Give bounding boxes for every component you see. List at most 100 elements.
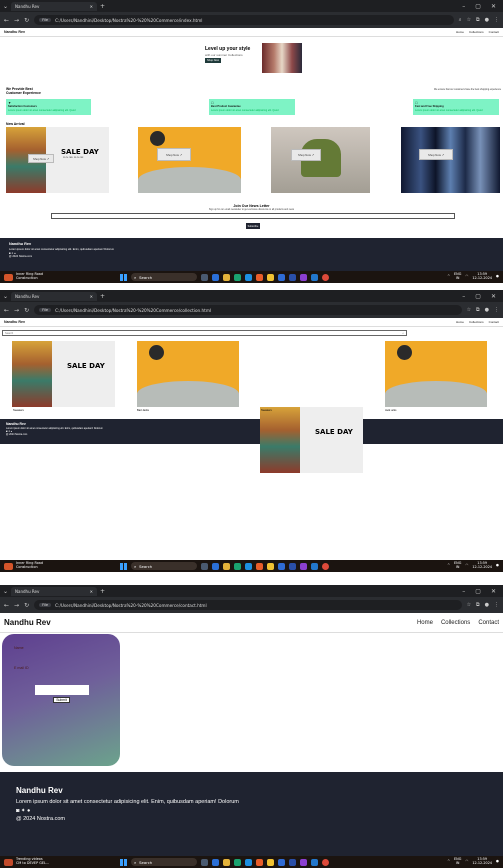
close-tab-icon[interactable]: ✕ xyxy=(90,589,93,594)
folder-icon[interactable] xyxy=(267,562,274,570)
widgets-icon[interactable] xyxy=(212,273,219,281)
back-icon[interactable]: ← xyxy=(4,307,9,314)
tab-menu-icon[interactable]: ⌄ xyxy=(3,3,8,10)
close-tab-icon[interactable]: ✕ xyxy=(90,294,93,299)
reload-icon[interactable]: ↻ xyxy=(24,602,29,609)
vscode-icon[interactable] xyxy=(311,858,318,866)
nav-home[interactable]: Home xyxy=(456,320,464,324)
close-window-icon[interactable]: ✕ xyxy=(491,293,496,300)
minimize-icon[interactable]: – xyxy=(462,293,465,300)
widgets-icon[interactable] xyxy=(212,858,219,866)
tray-chevron-icon[interactable]: ^ xyxy=(447,274,450,279)
profile-icon[interactable]: ● xyxy=(485,602,489,608)
search-icon[interactable]: ⌕ xyxy=(403,332,406,335)
maximize-icon[interactable]: ▢ xyxy=(475,3,481,10)
copilot-icon[interactable] xyxy=(223,858,230,866)
address-bar[interactable]: File C:/Users/Nandhini/Desktop/Nostra%20… xyxy=(34,15,454,25)
zoom-icon[interactable]: ⌕ xyxy=(459,17,462,23)
nav-collections[interactable]: Collections xyxy=(441,620,470,626)
footer-social-icons[interactable]: ◙ ✦ ● xyxy=(16,807,487,816)
news-widget-icon[interactable] xyxy=(4,858,13,866)
profile-icon[interactable]: ● xyxy=(485,17,489,23)
tray-chevron-icon[interactable]: ^ xyxy=(447,563,450,568)
nav-contact[interactable]: Contact xyxy=(489,30,499,34)
weather-widget-icon[interactable] xyxy=(4,273,13,281)
notification-icon[interactable]: ● xyxy=(496,274,499,279)
powerapp-icon[interactable] xyxy=(300,562,307,570)
site-logo[interactable]: Nandhu Rev xyxy=(4,30,25,34)
minimize-icon[interactable]: – xyxy=(462,3,465,10)
reload-icon[interactable]: ↻ xyxy=(24,17,29,24)
new-tab-icon[interactable]: + xyxy=(100,3,105,10)
wifi-icon[interactable]: ◠ xyxy=(465,563,468,568)
copilot-icon[interactable] xyxy=(223,562,230,570)
arrival-shop-button-2[interactable]: Shop Now ↗ xyxy=(157,148,191,161)
submit-button[interactable]: Submit xyxy=(53,697,70,703)
weather-widget-icon[interactable] xyxy=(4,562,13,570)
edge-icon[interactable] xyxy=(245,562,252,570)
address-bar[interactable]: File C:/Users/Nandhini/Desktop/Nostra%20… xyxy=(34,600,462,610)
nav-collections[interactable]: Collections xyxy=(469,30,484,34)
app-chart-icon[interactable] xyxy=(289,858,296,866)
wifi-icon[interactable]: ◠ xyxy=(465,274,468,279)
collection-image-sweaters-2[interactable]: SALE DAY xyxy=(260,407,363,473)
extensions-icon[interactable]: ⧉ xyxy=(476,17,480,23)
windows-start-icon[interactable] xyxy=(120,858,127,866)
tray-chevron-icon[interactable]: ^ xyxy=(447,859,450,864)
chrome-icon[interactable] xyxy=(322,858,329,866)
extensions-icon[interactable]: ⧉ xyxy=(476,602,480,608)
taskview-icon[interactable] xyxy=(201,858,208,866)
taskbar-search[interactable]: ⌕ Search xyxy=(131,562,197,570)
chrome-icon[interactable] xyxy=(322,273,329,281)
powerapp-icon[interactable] xyxy=(300,858,307,866)
forward-icon[interactable]: → xyxy=(14,602,19,609)
nav-contact[interactable]: Contact xyxy=(489,320,499,324)
forward-icon[interactable]: → xyxy=(14,307,19,314)
maximize-icon[interactable]: ▢ xyxy=(475,588,481,595)
minimize-icon[interactable]: – xyxy=(462,588,465,595)
tab-menu-icon[interactable]: ⌄ xyxy=(3,588,8,595)
profile-icon[interactable]: ● xyxy=(485,307,489,313)
edge-icon[interactable] xyxy=(245,858,252,866)
extensions-icon[interactable]: ⧉ xyxy=(476,307,480,313)
app-icon[interactable] xyxy=(234,858,241,866)
browser-tab[interactable]: Nandhu Rev ✕ xyxy=(11,291,98,301)
close-window-icon[interactable]: ✕ xyxy=(491,588,496,595)
app-icon[interactable] xyxy=(234,273,241,281)
notification-icon[interactable]: ● xyxy=(496,563,499,568)
edge-icon[interactable] xyxy=(245,273,252,281)
subscribe-button[interactable]: Subscribe xyxy=(246,223,260,229)
powerapp-icon[interactable] xyxy=(300,273,307,281)
email-input[interactable] xyxy=(35,685,89,695)
nav-home[interactable]: Home xyxy=(456,30,464,34)
collection-image-jacket-2[interactable] xyxy=(385,341,487,407)
nav-home[interactable]: Home xyxy=(417,620,433,626)
site-logo[interactable]: Nandhu Rev xyxy=(4,320,25,324)
windows-start-icon[interactable] xyxy=(120,562,127,570)
chrome-icon[interactable] xyxy=(322,562,329,570)
wifi-icon[interactable]: ◠ xyxy=(465,859,468,864)
maximize-icon[interactable]: ▢ xyxy=(475,293,481,300)
app-l-icon[interactable] xyxy=(278,562,285,570)
newsletter-email-input[interactable] xyxy=(51,213,455,219)
menu-dots-icon[interactable]: ⋮ xyxy=(494,602,499,608)
back-icon[interactable]: ← xyxy=(4,602,9,609)
reload-icon[interactable]: ↻ xyxy=(24,307,29,314)
folder-icon[interactable] xyxy=(267,858,274,866)
address-bar[interactable]: File C:/Users/Nandhini/Desktop/Nostra%20… xyxy=(34,305,462,315)
close-window-icon[interactable]: ✕ xyxy=(491,3,496,10)
windows-start-icon[interactable] xyxy=(120,273,127,281)
arrival-shop-button-1[interactable]: Shop Now ↗ xyxy=(28,154,54,163)
bookmark-star-icon[interactable]: ☆ xyxy=(467,602,471,608)
app-l-icon[interactable] xyxy=(278,858,285,866)
app-chart-icon[interactable] xyxy=(289,273,296,281)
bookmark-star-icon[interactable]: ☆ xyxy=(467,307,471,313)
back-icon[interactable]: ← xyxy=(4,17,9,24)
notification-icon[interactable]: ● xyxy=(496,859,499,864)
taskview-icon[interactable] xyxy=(201,273,208,281)
arrival-shop-button-4[interactable]: Shop Now ↗ xyxy=(419,149,453,160)
widgets-icon[interactable] xyxy=(212,562,219,570)
vscode-icon[interactable] xyxy=(311,562,318,570)
arrival-shop-button-3[interactable]: Shop Now ↗ xyxy=(291,149,321,161)
taskview-icon[interactable] xyxy=(201,562,208,570)
